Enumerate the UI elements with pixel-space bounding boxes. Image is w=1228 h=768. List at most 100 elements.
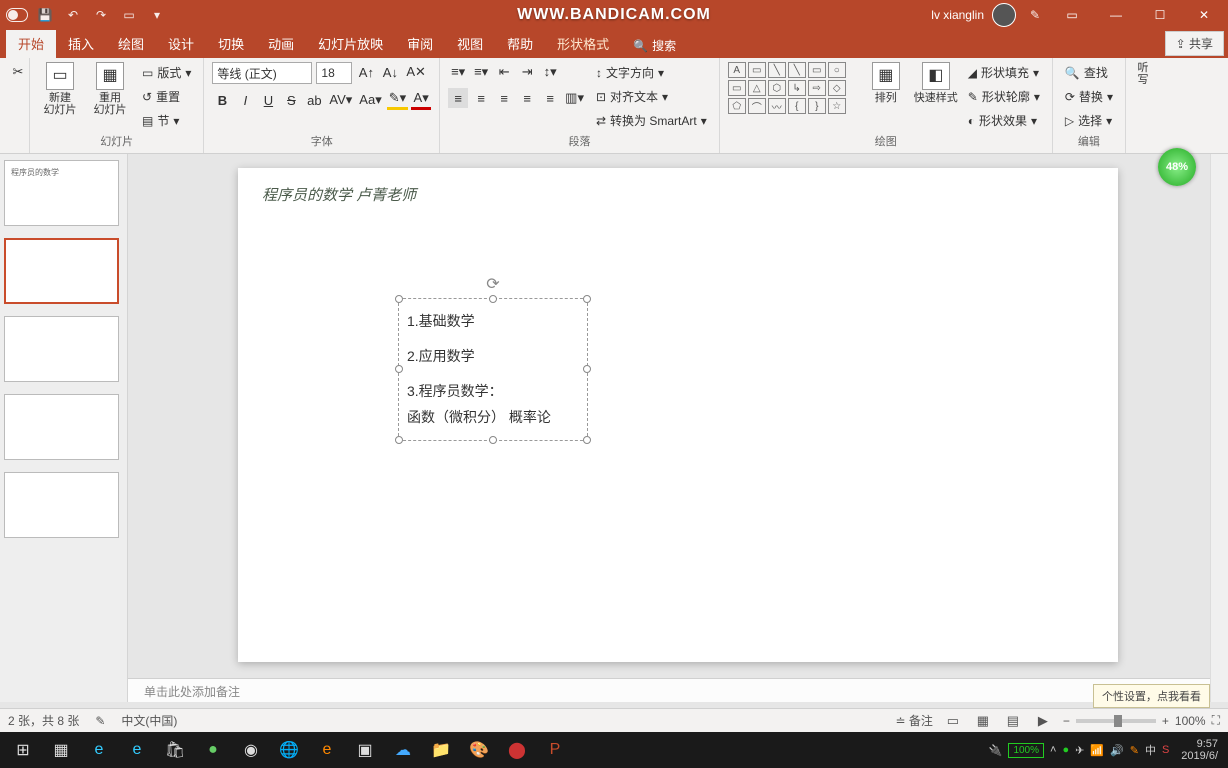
align-left-icon[interactable]: ≡ [448,88,468,108]
tab-insert[interactable]: 插入 [56,29,106,58]
ie-icon[interactable]: e [80,732,118,768]
avatar[interactable] [992,3,1016,27]
increase-font-icon[interactable]: A↑ [356,62,376,82]
tab-home[interactable]: 开始 [6,29,56,58]
resize-handle[interactable] [489,295,497,303]
taskview-icon[interactable]: ▦ [42,732,80,768]
volume-icon[interactable]: 🔊 [1110,744,1124,757]
section-button[interactable]: ▤ 节 ▾ [138,110,195,131]
tray-icon[interactable]: ✈ [1075,744,1084,757]
change-case-icon[interactable]: Aa▾ [357,90,383,110]
selected-textbox[interactable]: ⟳ 1.基础数学 2.应用数学 3.程序员数学： 函数（微积分） 概率论 [398,298,588,441]
share-button[interactable]: ⇪ 共享 [1165,31,1224,56]
edge-icon[interactable]: e [118,732,156,768]
zoom-in-icon[interactable]: + [1162,714,1169,728]
bandicam-icon[interactable]: ⬤ [498,732,536,768]
select-button[interactable]: ▷ 选择 ▾ [1061,110,1117,131]
shape-outline-button[interactable]: ✎ 形状轮廓 ▾ [964,86,1044,107]
char-spacing-icon[interactable]: AV▾ [327,90,354,110]
smartart-button[interactable]: ⇄ 转换为 SmartArt ▾ [592,110,711,131]
taskbar-app-icon[interactable]: ● [194,732,232,768]
indent-dec-icon[interactable]: ⇤ [494,62,514,82]
power-icon[interactable]: 🔌 [989,744,1003,757]
resize-handle[interactable] [395,295,403,303]
font-size-combo[interactable]: 18 [316,62,352,84]
spellcheck-icon[interactable]: ✎ [95,714,105,728]
resize-handle[interactable] [583,365,591,373]
store-icon[interactable]: 🛍 [156,732,194,768]
shapes-gallery[interactable]: A▭╲╲▭○ ▭△⬡↳⇨◇ ⬠⌒〰{}☆ [728,62,858,114]
ime-indicator[interactable]: 中 [1145,742,1156,758]
battery-indicator[interactable]: 100% [1008,743,1044,758]
taskbar-app-icon[interactable]: ▣ [346,732,384,768]
powerpoint-icon[interactable]: P [536,732,574,768]
bullets-icon[interactable]: ≡▾ [448,62,468,82]
comingsoon-icon[interactable]: ✎ [1024,4,1046,26]
tab-review[interactable]: 审阅 [395,29,445,58]
thumbnail-1[interactable]: 程序员的数学 [4,160,119,226]
decrease-font-icon[interactable]: A↓ [380,62,400,82]
format-painter-icon[interactable]: ✂ [8,62,28,82]
quick-styles-button[interactable]: ◧快速样式 [914,62,958,104]
redo-icon[interactable]: ↷ [90,4,112,26]
font-name-combo[interactable]: 等线 (正文) [212,62,312,84]
notes-pane[interactable]: 单击此处添加备注 [128,678,1228,702]
notes-toggle[interactable]: ≐ 备注 [895,712,932,729]
chrome-icon[interactable]: ◉ [232,732,270,768]
sogou-tray-icon[interactable]: S [1162,744,1169,756]
align-right-icon[interactable]: ≡ [494,88,514,108]
reset-button[interactable]: ↺ 重置 [138,86,195,107]
resize-handle[interactable] [489,436,497,444]
resize-handle[interactable] [395,365,403,373]
shape-fill-button[interactable]: ◢ 形状填充 ▾ [964,62,1044,83]
thumbnail-2[interactable] [4,238,119,304]
thumbnail-3[interactable] [4,316,119,382]
columns-icon[interactable]: ▥▾ [563,88,586,108]
taskbar-app-icon[interactable]: 🌐 [270,732,308,768]
layout-button[interactable]: ▭ 版式 ▾ [138,62,195,83]
zoom-percent[interactable]: 100% [1175,714,1206,728]
wifi-icon[interactable]: 📶 [1090,744,1104,757]
zoom-control[interactable]: − + 100% ⛶ [1063,713,1220,728]
start-button[interactable]: ⊞ [4,732,42,768]
reuse-slides-button[interactable]: ▦重用 幻灯片 [88,62,132,116]
tab-design[interactable]: 设计 [156,29,206,58]
page-indicator[interactable]: 2 张，共 8 张 [8,712,79,729]
normal-view-icon[interactable]: ▭ [943,711,963,731]
zoom-slider[interactable] [1076,719,1156,723]
tab-draw[interactable]: 绘图 [106,29,156,58]
vertical-scrollbar[interactable] [1210,154,1228,702]
align-center-icon[interactable]: ≡ [471,88,491,108]
slide-canvas[interactable]: 程序员的数学 卢菁老师 ⟳ 1.基础数学 2.应用数学 3.程序员数学： 函数（… [238,168,1118,662]
fit-window-icon[interactable]: ⛶ [1212,713,1220,728]
align-text-button[interactable]: ⊡ 对齐文本 ▾ [592,86,711,107]
numbering-icon[interactable]: ≡▾ [471,62,491,82]
arrange-button[interactable]: ▦排列 [864,62,908,104]
maximize-button[interactable]: ☐ [1142,0,1178,30]
find-button[interactable]: 🔍 查找 [1061,62,1117,83]
undo-icon[interactable]: ↶ [62,4,84,26]
replace-button[interactable]: ⟳ 替换 ▾ [1061,86,1117,107]
resize-handle[interactable] [583,295,591,303]
thumbnail-4[interactable] [4,394,119,460]
explorer-icon[interactable]: 📁 [422,732,460,768]
tab-help[interactable]: 帮助 [495,29,545,58]
resize-handle[interactable] [583,436,591,444]
shape-effects-button[interactable]: ◐ 形状效果 ▾ [964,110,1044,131]
tab-slideshow[interactable]: 幻灯片放映 [306,29,395,58]
font-color-icon[interactable]: A▾ [411,90,431,110]
autosave-toggle[interactable] [6,4,28,26]
tab-view[interactable]: 视图 [445,29,495,58]
language-indicator[interactable]: 中文(中国) [121,712,177,729]
sorter-view-icon[interactable]: ▦ [973,711,993,731]
onedrive-icon[interactable]: ☁ [384,732,422,768]
dictate-button[interactable]: 听写 [1134,62,1152,86]
new-slide-button[interactable]: ▭新建 幻灯片 [38,62,82,116]
text-direction-button[interactable]: ↕ 文字方向 ▾ [592,62,711,83]
ribbon-options-icon[interactable]: ▭ [1054,0,1090,30]
system-clock[interactable]: 9:57 2019/6/ [1175,738,1224,762]
search-box[interactable]: 🔍 搜索 [625,33,684,58]
tab-animations[interactable]: 动画 [256,29,306,58]
italic-button[interactable]: I [235,90,255,110]
slideshow-icon[interactable]: ▭ [118,4,140,26]
